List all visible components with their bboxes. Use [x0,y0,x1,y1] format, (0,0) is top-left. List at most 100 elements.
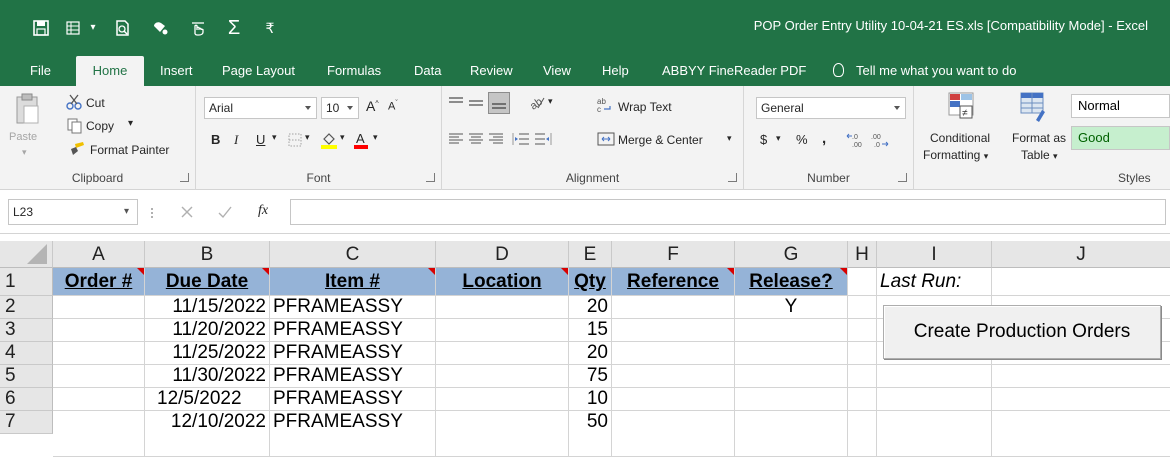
cell-release[interactable] [735,388,848,411]
style-good[interactable]: Good [1071,126,1170,150]
copy-button[interactable]: Copy [86,119,114,133]
cell-item[interactable]: PFRAMEASSY [270,365,436,388]
cell-reference[interactable] [612,342,735,365]
cell-qty[interactable]: 10 [569,388,612,411]
row-header-2[interactable]: 2 [0,296,53,319]
paste-button[interactable]: Paste [9,131,37,143]
cell-order[interactable] [53,388,145,411]
number-launcher-icon[interactable] [898,173,907,182]
underline-dropdown-icon[interactable]: ▾ [272,132,277,143]
comma-button[interactable]: , [822,130,826,147]
merge-center-button[interactable]: Merge & Center [618,133,703,147]
format-as-table-icon[interactable] [1020,92,1048,127]
shrink-font-icon[interactable]: Aˇ [388,100,398,113]
row-header-7[interactable]: 7 [0,411,53,434]
column-header-j[interactable]: J [992,241,1170,268]
merge-center-dropdown-icon[interactable]: ▾ [727,133,732,144]
cell-location[interactable] [436,319,569,342]
name-box-dropdown-icon[interactable]: ▾ [124,200,129,224]
formula-input[interactable] [290,199,1166,225]
cell-order[interactable] [53,342,145,365]
number-format-combo[interactable]: General [756,97,906,119]
tab-page-layout[interactable]: Page Layout [222,56,295,86]
header-cell-due-date[interactable]: Due Date [145,268,270,296]
cell-item[interactable]: PFRAMEASSY [270,342,436,365]
paste-dropdown-icon[interactable]: ▾ [22,147,27,158]
row-header-3[interactable]: 3 [0,319,53,342]
create-production-orders-button[interactable]: Create Production Orders [883,305,1161,359]
fill-color-icon[interactable] [320,131,338,154]
cell-order[interactable] [53,319,145,342]
cell-h[interactable] [848,342,877,365]
align-top-icon[interactable] [448,96,464,115]
cell-qty[interactable]: 20 [569,296,612,319]
row-header-5[interactable]: 5 [0,365,53,388]
font-color-icon[interactable]: A [353,131,369,154]
orientation-dropdown-icon[interactable]: ▾ [548,96,553,107]
row-header-6[interactable]: 6 [0,388,53,411]
cell-i[interactable] [877,365,992,388]
customize-icon[interactable]: ₹ [258,16,282,40]
font-launcher-icon[interactable] [426,173,435,182]
column-header-d[interactable]: D [436,241,569,268]
italic-button[interactable]: I [234,132,238,148]
tab-insert[interactable]: Insert [160,56,193,86]
cell-location[interactable] [436,365,569,388]
cell-due-date[interactable]: 11/20/2022 [145,319,270,342]
font-color-dropdown-icon[interactable]: ▾ [373,132,378,143]
cell-release[interactable] [735,342,848,365]
cell-reference[interactable] [612,388,735,411]
select-all-corner[interactable] [0,241,53,268]
wrap-text-button[interactable]: Wrap Text [618,100,672,114]
cell-order[interactable] [53,365,145,388]
last-run-label[interactable]: Last Run: [877,268,992,296]
cell-h[interactable] [848,388,877,411]
cell-i[interactable] [877,388,992,411]
cell-j[interactable] [992,365,1170,388]
cell-j[interactable] [992,388,1170,411]
cell-qty[interactable]: 75 [569,365,612,388]
tab-help[interactable]: Help [602,56,629,86]
column-header-a[interactable]: A [53,241,145,268]
decrease-decimal-icon[interactable]: .00.0 [870,132,890,153]
paste-icon[interactable] [14,92,40,131]
orientation-icon[interactable]: ab [528,94,546,115]
conditional-formatting-line2[interactable]: Formatting ▾ [923,148,988,162]
bold-button[interactable]: B [211,132,220,147]
header-cell-item[interactable]: Item # [270,268,436,296]
cell-location[interactable] [436,388,569,411]
column-header-c[interactable]: C [270,241,436,268]
tab-abbyy[interactable]: ABBYY FineReader PDF [662,56,806,86]
align-left-icon[interactable] [448,132,464,151]
format-as-table-line2[interactable]: Table ▾ [1021,148,1058,162]
cell-location[interactable] [436,411,569,457]
row-header-1[interactable]: 1 [0,268,53,296]
font-name-combo[interactable]: Arial [204,97,317,119]
column-header-b[interactable]: B [145,241,270,268]
cut-button[interactable]: Cut [86,96,105,110]
grow-font-icon[interactable]: A^ [366,98,379,114]
cell-reference[interactable] [612,411,735,457]
column-header-g[interactable]: G [735,241,848,268]
header-cell-order[interactable]: Order # [53,268,145,296]
copy-dropdown-icon[interactable]: ▾ [128,118,133,129]
underline-button[interactable]: U [256,132,265,147]
cell-qty[interactable]: 20 [569,342,612,365]
align-bottom-icon[interactable] [488,92,510,119]
tab-home[interactable]: Home [76,56,144,86]
cell-due-date[interactable]: 12/10/2022 [145,411,270,457]
cell-item[interactable]: PFRAMEASSY [270,296,436,319]
cell-release[interactable]: Y [735,296,848,319]
style-normal[interactable]: Normal [1071,94,1170,118]
table-icon[interactable] [61,16,85,40]
cancel-icon[interactable] [180,205,194,224]
column-header-e[interactable]: E [569,241,612,268]
cell-h[interactable] [848,365,877,388]
tab-view[interactable]: View [543,56,571,86]
cell-h[interactable] [848,411,877,457]
cell-j[interactable] [992,411,1170,457]
cell-release[interactable] [735,319,848,342]
table-dropdown-icon[interactable]: ▾ [88,16,98,40]
header-cell-release[interactable]: Release? [735,268,848,296]
last-run-value[interactable] [992,268,1170,296]
